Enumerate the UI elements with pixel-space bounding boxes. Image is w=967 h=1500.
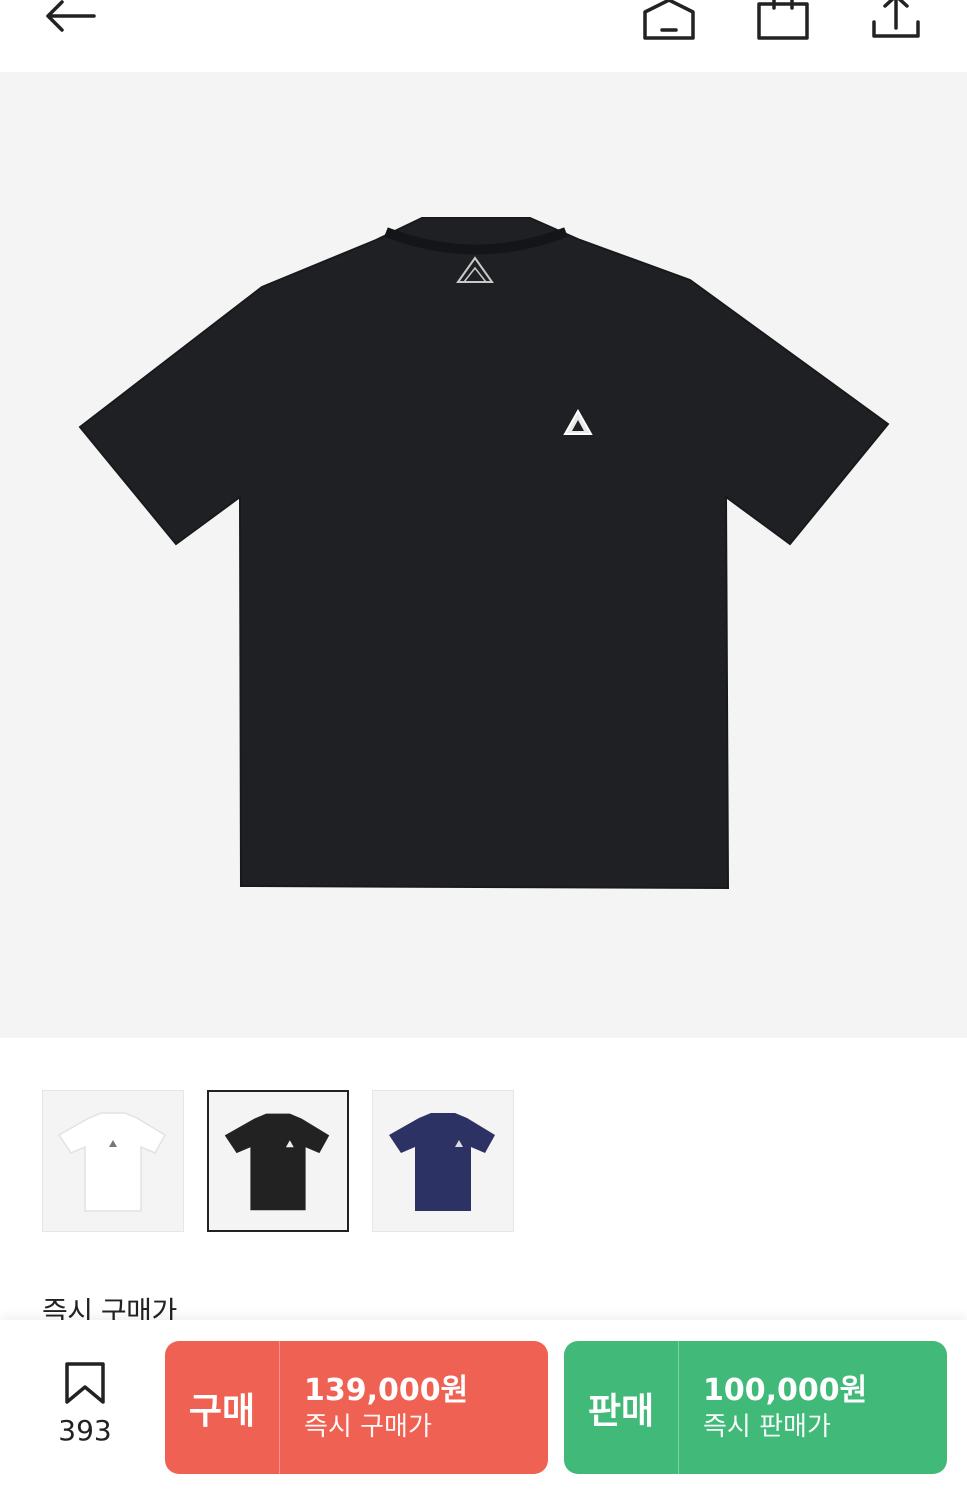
buy-button-title: 구매 xyxy=(165,1341,280,1474)
shopping-bag-icon[interactable] xyxy=(756,0,810,42)
top-navigation-bar xyxy=(0,0,967,72)
share-icon[interactable] xyxy=(870,0,922,42)
wishlist-count: 393 xyxy=(58,1414,112,1447)
buy-button[interactable]: 구매 139,000원 즉시 구매가 xyxy=(165,1341,548,1474)
sell-price-label: 즉시 판매가 xyxy=(703,1411,831,1442)
arrow-left-icon[interactable] xyxy=(42,0,98,40)
buy-price-label: 즉시 구매가 xyxy=(304,1411,432,1442)
sell-button[interactable]: 판매 100,000원 즉시 판매가 xyxy=(564,1341,947,1474)
bookmark-icon xyxy=(65,1362,105,1404)
buy-price: 139,000원 xyxy=(304,1372,469,1408)
product-image-area[interactable] xyxy=(0,72,967,1038)
home-icon[interactable] xyxy=(642,0,696,42)
thumbnail-navy-tshirt[interactable] xyxy=(372,1090,514,1232)
thumbnail-white-tshirt[interactable] xyxy=(42,1090,184,1232)
thumbnail-black-tshirt[interactable] xyxy=(207,1090,349,1232)
sell-price: 100,000원 xyxy=(703,1372,868,1408)
wishlist-button[interactable]: 393 xyxy=(40,1362,130,1447)
black-tshirt-image xyxy=(78,217,890,890)
sell-button-title: 판매 xyxy=(564,1341,679,1474)
